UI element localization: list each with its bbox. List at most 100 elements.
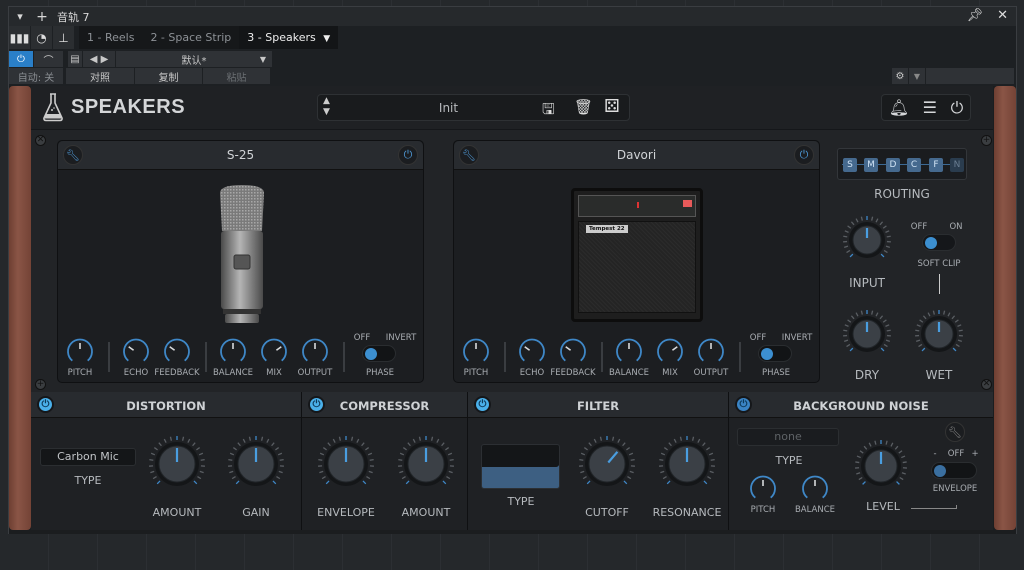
tab-space-strip[interactable]: 2 - Space Strip (142, 26, 239, 49)
plugin-panel: SPEAKERS ▲▼ Init 🖫︎ 🗑︎ ⚄ 🔔︎ ☰ ⏻ ✕ + + ✕ (31, 86, 993, 530)
trash-icon[interactable]: 🗑︎ (574, 98, 593, 116)
preset-file-icon[interactable]: ▤ (68, 51, 82, 67)
mix-knob[interactable] (656, 338, 684, 366)
pitch-knob[interactable] (462, 338, 490, 366)
phase-toggle[interactable] (362, 345, 396, 362)
chevron-down-icon[interactable]: ▼ (909, 68, 925, 84)
pitch-label: PITCH (463, 368, 489, 378)
automation-icon[interactable]: ⌒ (34, 51, 63, 67)
bell-icon[interactable]: 🔔︎ (889, 98, 909, 117)
distortion-amount-knob[interactable] (147, 434, 207, 494)
bypass-button[interactable]: ⏻ (9, 51, 33, 67)
input-knob[interactable] (841, 214, 893, 266)
preset-prev-next[interactable]: ◀ ▶ (83, 51, 115, 67)
preset-up-down-icon[interactable]: ▲ ▼ (323, 96, 330, 118)
noise-pitch-knob[interactable] (749, 475, 777, 503)
knob-tick (859, 450, 864, 454)
output-knob[interactable] (301, 338, 329, 366)
wet-knob[interactable] (913, 308, 965, 360)
filter-resonance-knob[interactable] (657, 434, 717, 494)
knob-tick (599, 436, 603, 441)
input-label: INPUT (849, 276, 885, 290)
slot-controls: PITCH ECHO FEEDBACK BALANCE MIX OUTPUT O… (58, 333, 423, 382)
output-knob[interactable] (697, 338, 725, 366)
knob-graphic (398, 436, 454, 486)
envelope-toggle[interactable] (931, 462, 977, 479)
noise-balance-knob[interactable] (801, 475, 829, 503)
pitch-knob[interactable] (66, 338, 94, 366)
knob-tick (327, 442, 331, 447)
balance-knob[interactable] (615, 338, 643, 366)
wrench-icon[interactable]: 🔧︎ (63, 145, 83, 165)
routing-s-button[interactable]: S (843, 158, 857, 172)
menu-icon[interactable]: ☰ (923, 98, 937, 117)
filter-type-display[interactable] (481, 444, 560, 489)
compressor-amount-knob[interactable] (396, 434, 456, 494)
close-icon[interactable]: ✕ (997, 8, 1008, 23)
gear-icon[interactable]: ⚙ (892, 68, 908, 84)
chevron-down-icon[interactable]: ▼ (323, 34, 330, 44)
dial-icon[interactable]: ◔ (31, 26, 53, 49)
routing-m-button[interactable]: M (864, 158, 878, 172)
auto-off-button[interactable]: 自动: 关 (9, 68, 63, 84)
compare-row: 自动: 关 对照 复制 粘贴 (9, 68, 271, 84)
distortion-gain-knob[interactable] (226, 434, 286, 494)
dry-knob[interactable] (841, 308, 893, 360)
preset-name[interactable]: Init (358, 101, 539, 115)
knob-tick (879, 221, 884, 226)
feedback-knob[interactable] (559, 338, 587, 366)
compressor-envelope-knob[interactable] (316, 434, 376, 494)
mixer-icon[interactable]: ▮▮▮ (9, 26, 31, 49)
phase-toggle[interactable] (758, 345, 792, 362)
knob-graphic (261, 338, 287, 362)
noise-level-knob[interactable] (853, 438, 909, 494)
tab-speakers-label: 3 - Speakers (247, 31, 316, 44)
amplifier-image[interactable]: Tempest 22 (571, 188, 703, 322)
power-icon[interactable]: ⏻ (794, 145, 814, 165)
knob-tick (957, 324, 962, 327)
pin-icon[interactable]: 📌︎ (967, 8, 984, 23)
compare-button[interactable]: 对照 (66, 68, 134, 84)
knob-tick (902, 461, 907, 464)
power-icon[interactable]: ⏻ (398, 145, 418, 165)
knob-cap (588, 445, 626, 483)
add-icon[interactable]: + (31, 9, 53, 25)
knob-graphic (659, 436, 715, 486)
echo-knob[interactable] (518, 338, 546, 366)
soft-clip-toggle[interactable] (922, 234, 956, 251)
echo-knob[interactable] (122, 338, 150, 366)
randomize-dice-icon[interactable]: ⚄ (604, 96, 620, 117)
tab-reels[interactable]: 1 - Reels (79, 26, 142, 49)
routing-d-button[interactable]: D (886, 158, 900, 172)
plugin-tabs: 1 - Reels 2 - Space Strip 3 - Speakers ▼ (79, 26, 339, 49)
wrench-icon[interactable]: 🔧︎ (945, 422, 965, 442)
knob-pointer (524, 346, 531, 351)
knob-tick (846, 343, 851, 348)
knob-tick (955, 343, 960, 348)
filter-cutoff-knob[interactable] (577, 434, 637, 494)
mix-knob[interactable] (260, 338, 288, 366)
balance-knob[interactable] (219, 338, 247, 366)
routing-n-button[interactable]: N (950, 158, 964, 172)
knob-graphic (843, 310, 891, 352)
collapse-icon[interactable]: ▾ (9, 10, 31, 23)
knob-tick (901, 472, 906, 475)
echo-label: ECHO (519, 368, 545, 378)
paste-button[interactable]: 粘贴 (203, 68, 270, 84)
routing-icon[interactable]: ⊥ (53, 26, 75, 49)
microphone-image[interactable] (218, 183, 266, 325)
preset-select[interactable]: 默认* ▼ (116, 51, 272, 67)
distortion-type-select[interactable]: Carbon Mic (40, 448, 136, 466)
save-icon[interactable]: 🖫︎ (542, 99, 555, 124)
feedback-knob[interactable] (163, 338, 191, 366)
routing-f-button[interactable]: F (929, 158, 943, 172)
copy-button[interactable]: 复制 (135, 68, 202, 84)
power-icon[interactable]: ⏻ (951, 98, 964, 118)
tab-speakers[interactable]: 3 - Speakers ▼ (239, 26, 339, 49)
noise-type-select[interactable]: none (737, 428, 839, 446)
knob-tick (350, 436, 354, 441)
routing-c-button[interactable]: C (907, 158, 921, 172)
chevron-down-icon: ▼ (259, 54, 266, 64)
wrench-icon[interactable]: 🔧︎ (459, 145, 479, 165)
knob-arc (67, 338, 93, 362)
